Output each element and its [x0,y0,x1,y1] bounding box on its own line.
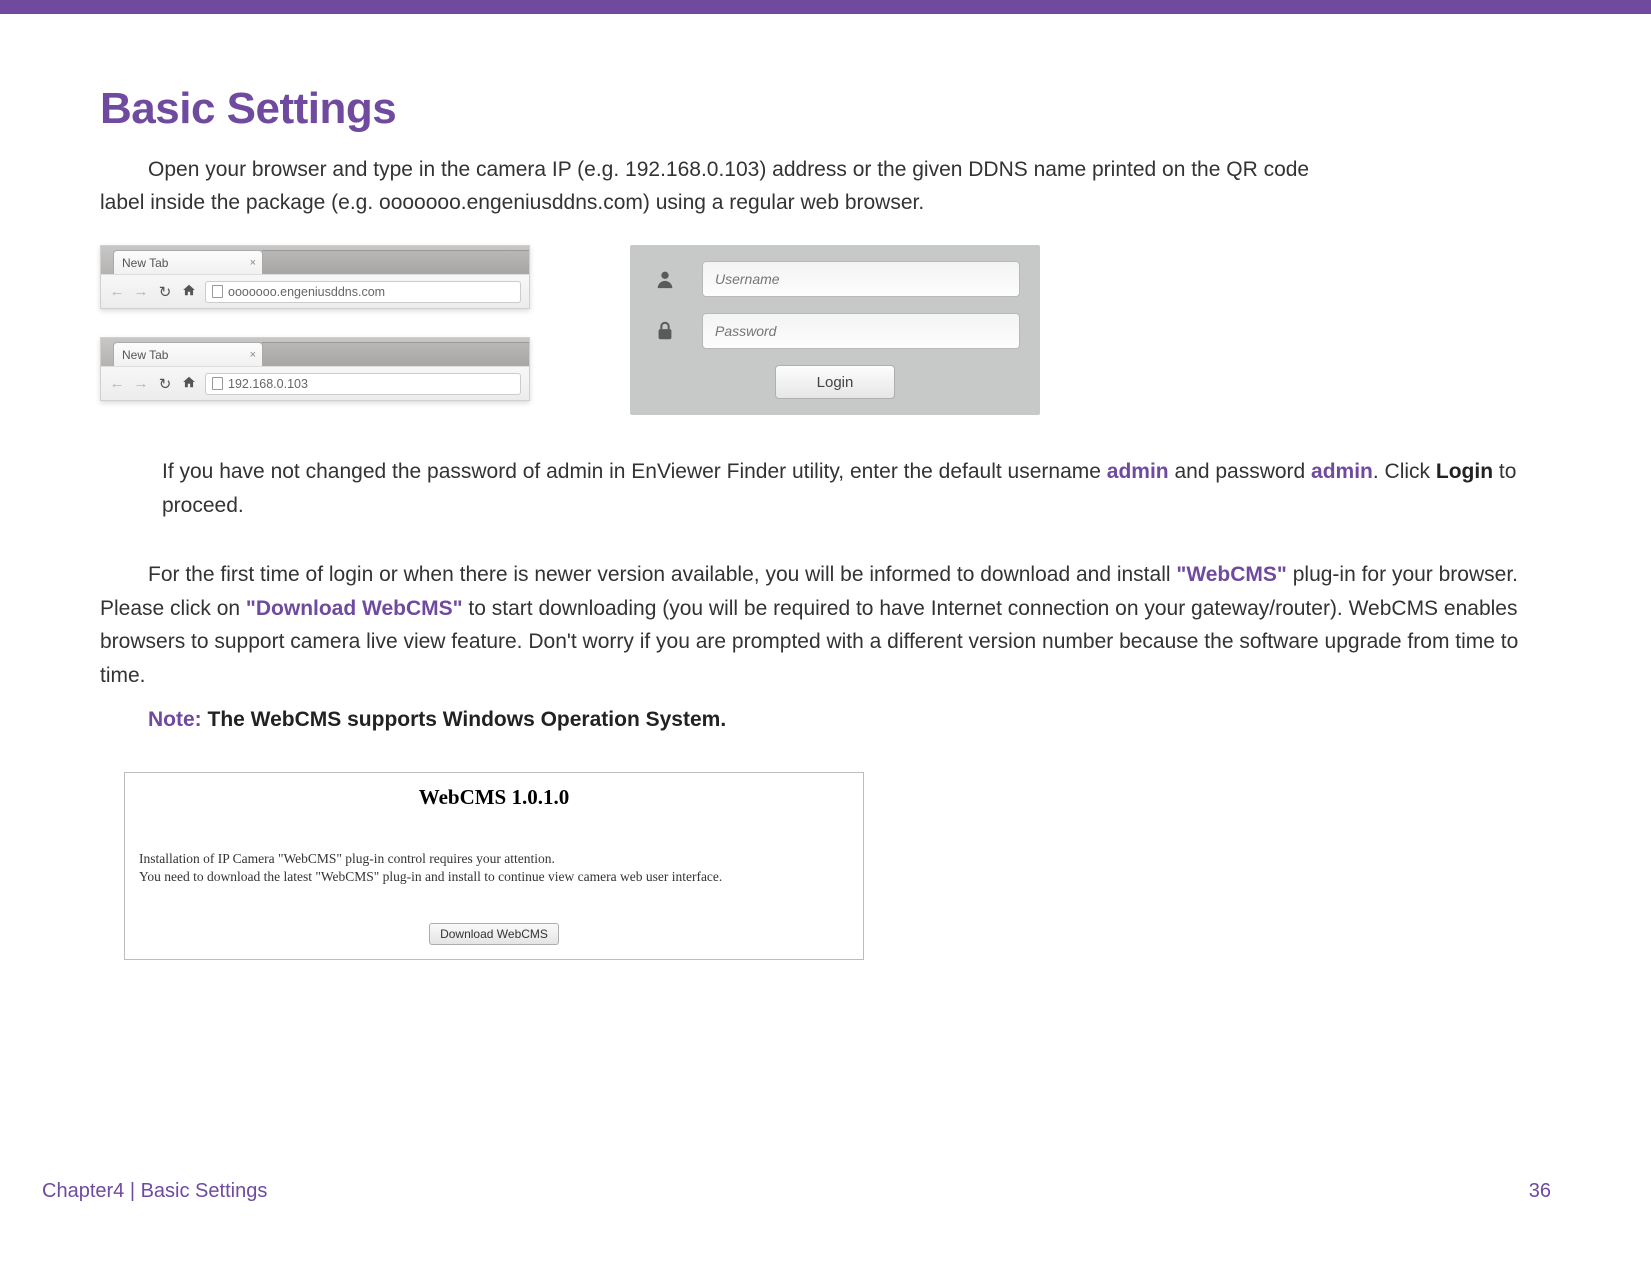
webcms-dialog: WebCMS 1.0.1.0 Installation of IP Camera… [124,772,864,959]
p2-login: Login [1436,460,1493,483]
tab-strip: New Tab × [101,246,529,274]
browser-toolbar: ← → ↻ 192.168.0.103 [101,366,529,400]
p3-download: "Download WebCMS" [246,597,463,620]
close-icon[interactable]: × [250,257,256,269]
address-bar[interactable]: ooooooo.engeniusddns.com [205,281,521,303]
login-instructions: If you have not changed the password of … [100,455,1551,522]
note-label: Note: [148,708,202,731]
tab-spacer [262,250,529,274]
p2-b: and password [1169,460,1311,483]
p2-a: If you have not changed the password of … [162,460,1107,483]
p2-admin1: admin [1107,460,1169,483]
top-accent-bar [0,0,1651,14]
username-row [650,261,1020,297]
webcms-instructions: For the first time of login or when ther… [100,558,1551,736]
close-icon[interactable]: × [250,349,256,361]
intro-line1: Open your browser and type in the camera… [148,158,1309,181]
password-input[interactable] [702,313,1020,349]
footer-chapter: Chapter4 | Basic Settings [42,1180,267,1203]
intro-paragraph: Open your browser and type in the camera… [100,154,1551,219]
browser-window-ip: New Tab × ← → ↻ 192.168.0.103 [100,337,530,401]
browser-column: New Tab × ← → ↻ ooooooo.engeniusddns.com [100,245,530,401]
figure-row: New Tab × ← → ↻ ooooooo.engeniusddns.com [100,245,1551,415]
forward-icon[interactable]: → [133,283,149,300]
tab-spacer [262,342,529,366]
webcms-button-row: Download WebCMS [125,923,863,945]
lock-icon [650,316,680,346]
username-input[interactable] [702,261,1020,297]
webcms-line1: Installation of IP Camera "WebCMS" plug-… [139,851,555,866]
page-content: Basic Settings Open your browser and typ… [0,14,1651,960]
webcms-line2: You need to download the latest "WebCMS"… [139,869,722,884]
p3-webcms: "WebCMS" [1176,563,1287,586]
reload-icon[interactable]: ↻ [157,283,173,301]
back-icon[interactable]: ← [109,375,125,392]
intro-line2: label inside the package (e.g. ooooooo.e… [100,191,924,214]
note-text: The WebCMS supports Windows Operation Sy… [202,708,726,731]
browser-toolbar: ← → ↻ ooooooo.engeniusddns.com [101,274,529,308]
login-panel: Login [630,245,1040,415]
reload-icon[interactable]: ↻ [157,375,173,393]
home-icon[interactable] [181,375,197,393]
browser-tab[interactable]: New Tab × [113,342,263,366]
forward-icon[interactable]: → [133,375,149,392]
tab-strip: New Tab × [101,338,529,366]
address-text: ooooooo.engeniusddns.com [228,285,385,299]
login-button-row: Login [650,365,1020,399]
webcms-title: WebCMS 1.0.1.0 [125,785,863,810]
download-webcms-button[interactable]: Download WebCMS [429,923,559,945]
home-icon[interactable] [181,283,197,301]
back-icon[interactable]: ← [109,283,125,300]
tab-label: New Tab [122,348,168,362]
browser-tab[interactable]: New Tab × [113,250,263,274]
footer-page-number: 36 [1529,1180,1551,1203]
page-icon [212,377,223,390]
p3-a: For the first time of login or when ther… [148,563,1176,586]
tab-label: New Tab [122,256,168,270]
address-bar[interactable]: 192.168.0.103 [205,373,521,395]
p2-admin2: admin [1311,460,1373,483]
page-title: Basic Settings [100,84,1551,134]
address-text: 192.168.0.103 [228,377,308,391]
login-button[interactable]: Login [775,365,895,399]
page-icon [212,285,223,298]
password-row [650,313,1020,349]
webcms-text: Installation of IP Camera "WebCMS" plug-… [125,850,863,886]
browser-window-ddns: New Tab × ← → ↻ ooooooo.engeniusddns.com [100,245,530,309]
user-icon [650,264,680,294]
p2-c: . Click [1373,460,1436,483]
page-footer: Chapter4 | Basic Settings 36 [42,1180,1551,1203]
